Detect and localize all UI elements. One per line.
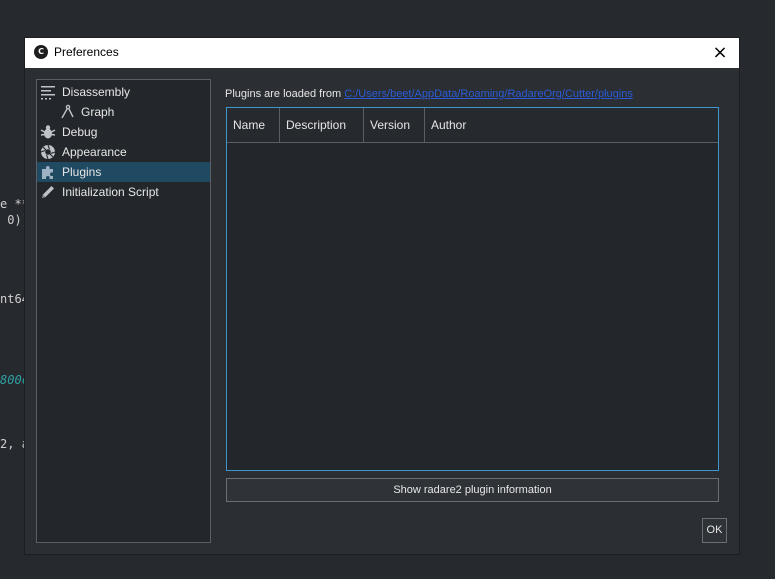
puzzle-icon — [42, 166, 53, 179]
preferences-dialog: C Preferences × Disassembly Graph Debug … — [25, 38, 739, 554]
sidebar-item-plugins[interactable]: Plugins — [37, 162, 210, 182]
disassembly-icon — [41, 86, 55, 100]
sidebar-item-appearance[interactable]: Appearance — [37, 142, 210, 162]
close-icon[interactable]: × — [709, 42, 731, 64]
cutter-logo-icon: C — [34, 45, 48, 59]
column-header-description[interactable]: Description — [280, 108, 364, 142]
sidebar-item-label: Appearance — [62, 145, 127, 159]
graph-icon — [61, 104, 74, 119]
sidebar-item-graph[interactable]: Graph — [37, 102, 210, 122]
plugins-location-label: Plugins are loaded from — [225, 88, 345, 100]
column-header-version[interactable]: Version — [364, 108, 425, 142]
sidebar-item-label: Plugins — [62, 165, 102, 179]
sidebar-item-label: Initialization Script — [62, 185, 159, 199]
code-line: e ** — [0, 197, 25, 211]
sidebar-item-initialization-script[interactable]: Initialization Script — [37, 182, 210, 202]
aperture-icon — [40, 144, 56, 160]
sidebar-item-disassembly[interactable]: Disassembly — [37, 82, 210, 102]
column-header-name[interactable]: Name — [227, 108, 280, 142]
sidebar-item-label: Graph — [81, 105, 115, 119]
bug-icon — [40, 125, 56, 139]
column-header-author[interactable]: Author — [425, 108, 718, 142]
sidebar-item-label: Debug — [62, 125, 98, 139]
code-line: 2, a — [0, 437, 25, 451]
show-plugin-info-button[interactable]: Show radare2 plugin information — [226, 478, 719, 502]
pencil-icon — [42, 186, 54, 198]
dialog-title: Preferences — [54, 45, 119, 59]
plugins-location-text: Plugins are loaded from C:/Users/beet/Ap… — [225, 88, 633, 100]
preferences-sidebar: Disassembly Graph Debug Appearance Plugi… — [36, 79, 211, 543]
plugins-table[interactable]: Name Description Version Author — [226, 107, 719, 471]
table-header: Name Description Version Author — [227, 108, 718, 143]
code-line: 800c — [0, 373, 25, 387]
sidebar-item-label: Disassembly — [62, 85, 131, 99]
code-line: nt64 — [0, 292, 25, 306]
background-code-editor: e ** 0)) nt64 800c 2, a — [0, 0, 25, 579]
ok-button[interactable]: OK — [702, 518, 727, 543]
code-line: 0)) — [7, 213, 25, 227]
sidebar-item-debug[interactable]: Debug — [37, 122, 210, 142]
plugins-path-link[interactable]: C:/Users/beet/AppData/Roaming/RadareOrg/… — [344, 88, 633, 100]
title-bar: C Preferences × — [25, 38, 739, 68]
